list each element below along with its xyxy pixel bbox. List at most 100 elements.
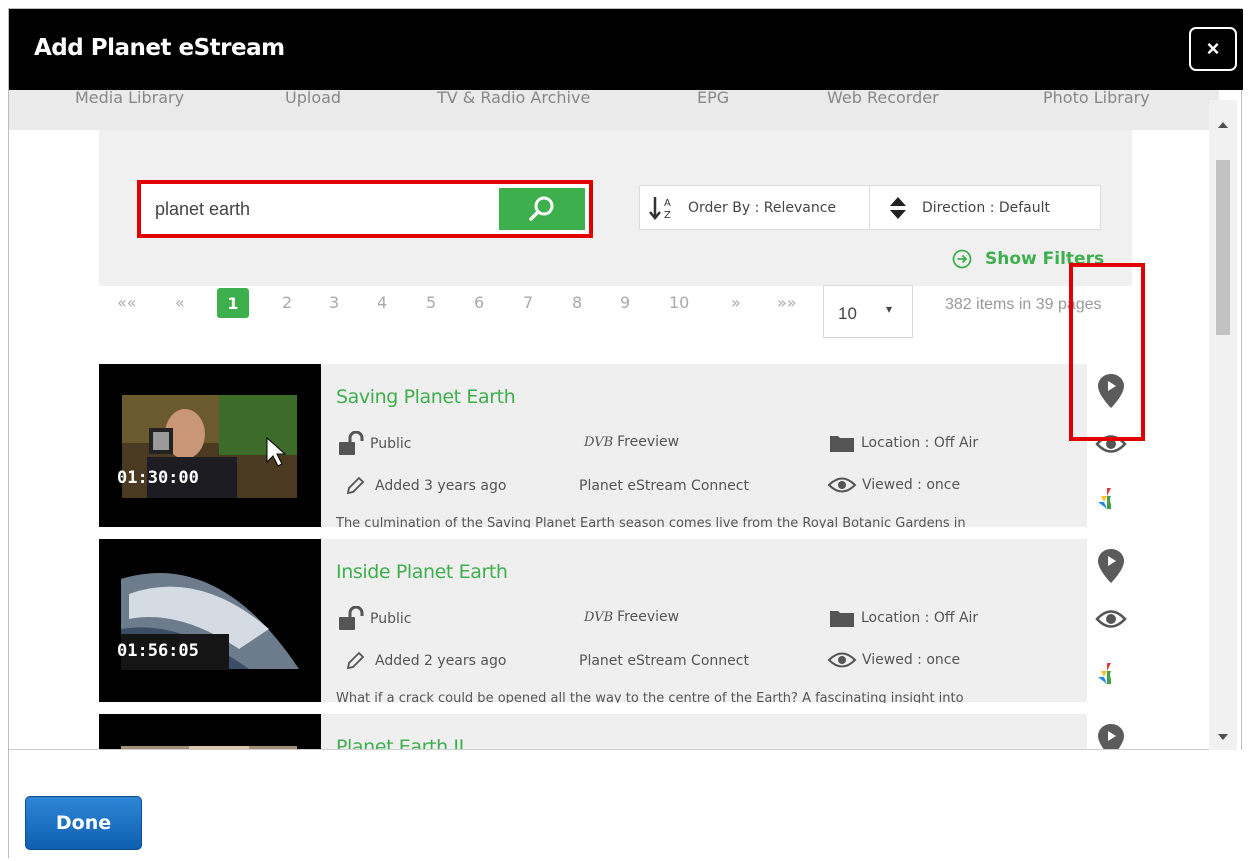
channel-info: DVB Freeview: [584, 609, 680, 625]
caret-down-icon: ▾: [886, 302, 893, 316]
folder-icon: [830, 436, 854, 452]
source-info: Planet eStream Connect: [579, 478, 749, 494]
circle-arrow-right-icon: [952, 249, 972, 269]
location-pin-button[interactable]: [1087, 548, 1135, 584]
viewed-info: Viewed : once: [827, 476, 960, 494]
location-info: Location : Off Air: [829, 433, 978, 453]
content-frame: Media Library Upload TV & Radio Archive …: [9, 90, 1229, 750]
search-box: [137, 180, 593, 238]
result-actions: [1087, 539, 1135, 702]
result-item: 01:56:05 Inside Planet Earth Public DVB …: [99, 539, 1087, 703]
tab-media-library[interactable]: Media Library: [75, 90, 184, 107]
page-4[interactable]: 4: [377, 293, 387, 312]
added-info: Added 2 years ago: [344, 650, 506, 672]
video-duration: 01:30:00: [117, 468, 199, 488]
page-2[interactable]: 2: [282, 293, 292, 312]
pencil-icon: [346, 651, 365, 670]
search-button[interactable]: [499, 188, 585, 230]
viewed-info: Viewed : once: [827, 651, 960, 669]
folder-icon: [830, 611, 854, 627]
estream-logo-icon: [1098, 663, 1126, 684]
scroll-down-arrow-icon[interactable]: [1218, 734, 1228, 740]
location-info: Location : Off Air: [829, 608, 978, 628]
search-input[interactable]: [145, 188, 515, 230]
access-info: Public: [336, 606, 411, 632]
dialog-title: Add Planet eStream: [34, 35, 285, 61]
video-thumbnail[interactable]: 01:30:00: [99, 364, 321, 527]
page-9[interactable]: 9: [620, 293, 630, 312]
dvb-logo-icon: DVB: [584, 434, 614, 450]
page-8[interactable]: 8: [572, 293, 582, 312]
eye-icon: [827, 652, 857, 668]
direction-button[interactable]: Direction : Default: [870, 186, 1100, 229]
video-thumbnail[interactable]: [99, 714, 321, 749]
svg-text:A: A: [664, 198, 671, 209]
added-info: Added 3 years ago: [344, 475, 506, 497]
tab-epg[interactable]: EPG: [697, 90, 729, 107]
eye-icon: [827, 477, 857, 493]
thumbnail-image: [99, 714, 321, 749]
page-1[interactable]: 1: [217, 288, 249, 318]
source-tabs: Media Library Upload TV & Radio Archive …: [9, 90, 1219, 130]
vertical-scrollbar[interactable]: [1209, 100, 1237, 750]
pencil-icon: [346, 476, 365, 495]
page-3[interactable]: 3: [329, 293, 339, 312]
eye-icon: [1095, 610, 1127, 628]
tab-tv-radio-archive[interactable]: TV & Radio Archive: [437, 90, 590, 107]
per-page-value: 10: [838, 304, 857, 323]
action-icons-highlight: [1069, 263, 1145, 441]
page-last[interactable]: »»: [777, 293, 797, 312]
done-button[interactable]: Done: [25, 796, 142, 850]
page-first[interactable]: ««: [117, 293, 137, 312]
add-planet-estream-dialog: Add Planet eStream × Media Library Uploa…: [8, 8, 1243, 859]
thumbnail-image: [99, 539, 321, 702]
tab-upload[interactable]: Upload: [285, 90, 341, 107]
page-prev[interactable]: «: [175, 293, 185, 312]
result-title[interactable]: Inside Planet Earth: [336, 561, 508, 583]
per-page-select[interactable]: 10 ▾: [823, 285, 913, 338]
result-title[interactable]: Saving Planet Earth: [336, 386, 516, 408]
dialog-titlebar: Add Planet eStream ×: [9, 9, 1243, 90]
sort-direction-icon: [890, 196, 906, 219]
result-item: 01:30:00 Saving Planet Earth Public DVB …: [99, 364, 1087, 528]
estream-button[interactable]: [1087, 485, 1135, 515]
map-pin-icon: [1098, 724, 1124, 749]
scroll-thumb[interactable]: [1216, 160, 1230, 335]
access-info: Public: [336, 431, 411, 457]
dvb-logo-icon: DVB: [584, 609, 614, 625]
map-pin-icon: [1098, 549, 1124, 583]
order-by-label: Order By : Relevance: [688, 199, 837, 216]
channel-info: DVB Freeview: [584, 434, 680, 450]
direction-label: Direction : Default: [922, 199, 1051, 216]
video-thumbnail[interactable]: 01:56:05: [99, 539, 321, 702]
svg-text:Z: Z: [664, 210, 671, 221]
order-by-button[interactable]: A Z Order By : Relevance: [640, 186, 870, 229]
location-pin-button[interactable]: [1087, 723, 1135, 749]
sort-az-icon: A Z: [649, 196, 671, 221]
page-5[interactable]: 5: [426, 293, 436, 312]
search-panel: A Z Order By : Relevance Direction : Def…: [99, 130, 1132, 286]
tab-web-recorder[interactable]: Web Recorder: [827, 90, 939, 107]
thumbnail-image: [99, 364, 321, 527]
page-6[interactable]: 6: [474, 293, 484, 312]
close-button[interactable]: ×: [1189, 27, 1237, 71]
source-info: Planet eStream Connect: [579, 653, 749, 669]
unlock-icon: [339, 606, 364, 630]
scroll-up-arrow-icon[interactable]: [1218, 122, 1228, 128]
page-next[interactable]: »: [731, 293, 741, 312]
page-10[interactable]: 10: [669, 293, 689, 312]
result-description: The culmination of the Saving Planet Ear…: [336, 516, 966, 528]
result-description: What if a crack could be opened all the …: [336, 691, 964, 703]
tab-photo-library[interactable]: Photo Library: [1043, 90, 1150, 107]
estream-logo-icon: [1098, 488, 1126, 509]
unlock-icon: [339, 431, 364, 455]
page-7[interactable]: 7: [523, 293, 533, 312]
result-item: Planet Earth II: [99, 714, 1087, 749]
preview-button[interactable]: [1087, 609, 1135, 629]
sort-controls: A Z Order By : Relevance Direction : Def…: [639, 185, 1101, 230]
search-icon: [529, 196, 554, 221]
estream-button[interactable]: [1087, 660, 1135, 690]
result-actions: [1087, 714, 1135, 749]
result-title[interactable]: Planet Earth II: [336, 736, 464, 749]
dialog-footer: Done: [9, 750, 1243, 859]
